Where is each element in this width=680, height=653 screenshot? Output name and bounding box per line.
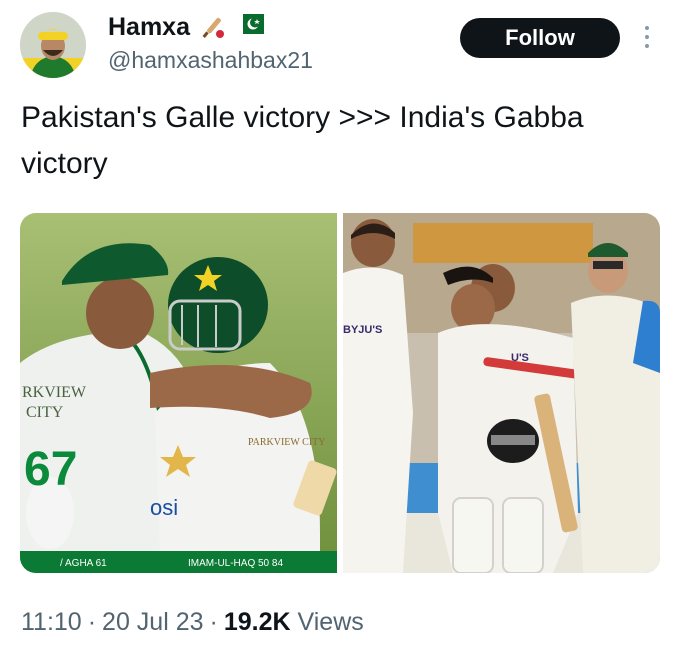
avatar[interactable]: [20, 12, 86, 78]
meta-separator-2: ·: [209, 608, 218, 636]
jersey-number: 67: [24, 443, 77, 496]
views-label: Views: [297, 608, 364, 636]
views-count[interactable]: 19.2K: [224, 608, 291, 636]
display-name[interactable]: Hamxa: [108, 12, 190, 42]
more-options-icon[interactable]: [640, 26, 654, 52]
scorebar-player-2: IMAM-UL-HAQ 50 84: [188, 558, 283, 569]
sponsor-board-line-1: RKVIEW: [22, 384, 87, 401]
tweet-text: Pakistan's Galle victory >>> India's Gab…: [21, 101, 584, 180]
tweet-time[interactable]: 11:10: [21, 608, 82, 636]
meta-separator: ·: [87, 608, 97, 636]
media-photo-left[interactable]: RKVIEW CITY 67 PARKVIEW CITY osi / AGHA …: [20, 213, 337, 573]
follow-button[interactable]: Follow: [460, 18, 620, 58]
pakistan-flag-icon: [236, 14, 264, 40]
tweet-meta: 11:10 · 20 Jul 23 · 19.2K Views: [21, 608, 364, 637]
scorebar-player-1: / AGHA 61: [60, 558, 107, 569]
cricket-bat-icon: [200, 14, 226, 40]
jersey-sponsor: PARKVIEW CITY: [248, 437, 326, 448]
tweet-date[interactable]: 20 Jul 23: [102, 608, 203, 636]
chest-logo: osi: [150, 495, 178, 520]
media-photo-right[interactable]: BYJU'S U'S: [343, 213, 660, 573]
name-row: Hamxa: [108, 12, 264, 42]
user-handle[interactable]: @hamxashahbax21: [108, 47, 313, 74]
sponsor-board-line-2: CITY: [26, 404, 64, 421]
shirt-sponsor: BYJU'S: [343, 324, 382, 336]
